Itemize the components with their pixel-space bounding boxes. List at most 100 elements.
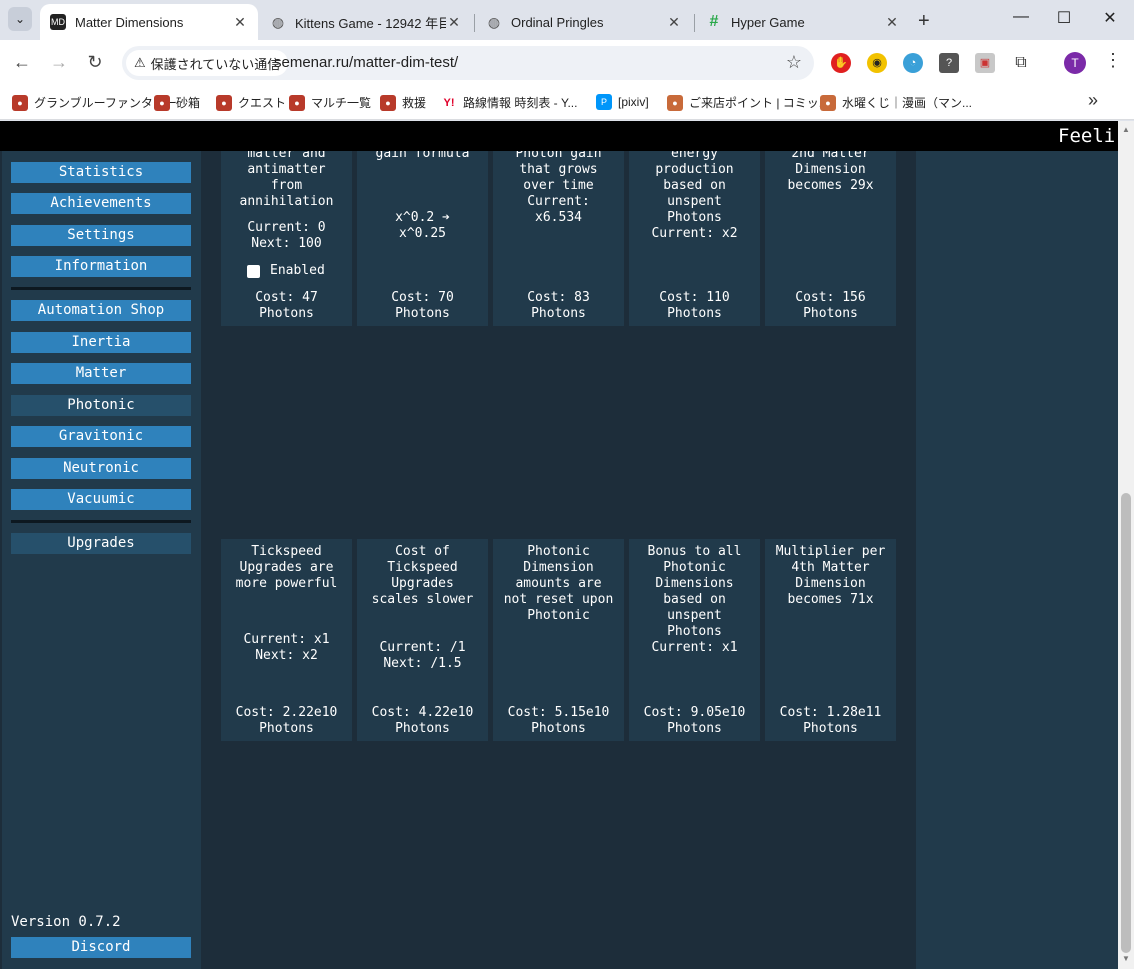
scrollbar-thumb[interactable] <box>1121 493 1131 953</box>
upgrade-card[interactable]: Tickspeed Upgrades are more powerful Curre… <box>221 539 352 741</box>
adblock-extension-icon[interactable]: ✋ <box>831 53 851 73</box>
nav-automation-shop[interactable]: Automation Shop <box>11 300 191 321</box>
bookmark-label: マルチ一覧 <box>311 96 372 110</box>
gbf-icon: ● <box>216 94 232 111</box>
upgrade-description: Tickspeed Upgrades are more powerful <box>235 544 338 591</box>
nav-gravitonic[interactable]: Gravitonic <box>11 426 191 447</box>
upgrade-cost: Cost: 70 Photons <box>391 290 454 321</box>
tab-divider <box>474 14 475 32</box>
tab-ordinal-pringles[interactable]: ◍ Ordinal Pringles ✕ <box>476 4 692 40</box>
reload-icon[interactable]: ↻ <box>83 52 107 73</box>
upgrade-card[interactable]: matter and antimatter from annihilation Cur… <box>221 151 352 326</box>
auto-toggle[interactable]: Enabled <box>247 263 325 279</box>
sidebar-divider <box>11 520 191 523</box>
bookmark-item[interactable]: ● マルチ一覧 <box>289 94 371 111</box>
extension-icon[interactable]: ◉ <box>867 53 887 73</box>
upgrade-cost: Cost: 2.22e10 Photons <box>235 705 338 736</box>
maximize-icon[interactable]: ☐ <box>1049 8 1079 28</box>
nav-achievements[interactable]: Achievements <box>11 193 191 214</box>
minimize-icon[interactable]: — <box>1006 8 1036 26</box>
toggle-label: Enabled <box>270 263 325 278</box>
upgrade-cost: Cost: 4.22e10 Photons <box>371 705 474 736</box>
close-tab-icon[interactable]: ✕ <box>666 14 682 31</box>
upgrade-card[interactable]: 2nd Matter Dimension becomes 29x Cost: 156… <box>765 151 896 326</box>
scroll-down-icon[interactable]: ▼ <box>1122 954 1130 963</box>
upgrade-cost: Cost: 9.05e10 Photons <box>643 705 746 736</box>
profile-avatar[interactable]: T <box>1064 52 1086 74</box>
site-security-chip[interactable]: ⚠ 保護されていない通信 <box>126 50 289 76</box>
md-favicon-icon: MD <box>50 14 66 30</box>
close-tab-icon[interactable]: ✕ <box>884 14 900 31</box>
bookmark-item[interactable]: ● ご来店ポイント | コミッ... <box>667 94 829 111</box>
bookmark-item[interactable]: ● 砂箱 <box>154 94 200 111</box>
nav-inertia[interactable]: Inertia <box>11 332 191 353</box>
hash-icon: # <box>709 13 719 30</box>
gbf-icon: ● <box>154 94 170 111</box>
upgrade-card[interactable]: Multiplier per 4th Matter Dimension becomes… <box>765 539 896 741</box>
upgrade-card[interactable]: Bonus to all Photonic Dimensions based on un… <box>629 539 760 741</box>
pixiv-icon: P <box>596 94 612 110</box>
page-scrollbar[interactable]: ▲ ▼ <box>1118 121 1134 969</box>
yahoo-icon: Y! <box>441 94 457 111</box>
help-extension-icon[interactable]: ? <box>939 53 959 73</box>
bookmark-label: 救援 <box>402 96 427 110</box>
upgrade-cost: Cost: 110 Photons <box>659 290 730 321</box>
extension-icon[interactable]: ◔ <box>903 53 923 73</box>
discord-button[interactable]: Discord <box>11 937 191 958</box>
sidebar-divider <box>11 287 191 290</box>
upgrade-status: Current: /1 Next: /1.5 <box>379 640 466 671</box>
close-tab-icon[interactable]: ✕ <box>446 14 462 31</box>
tab-title: Kittens Game - 12942 年目 <box>295 15 446 31</box>
nav-information[interactable]: Information <box>11 256 191 277</box>
nav-matter[interactable]: Matter <box>11 363 191 384</box>
cast-extension-icon[interactable]: ▣ <box>975 53 995 73</box>
upgrade-card[interactable]: energy production based on unspent Photons Cu… <box>629 151 760 326</box>
globe-icon: ◍ <box>271 14 285 30</box>
bookmark-item[interactable]: ● 水曜くじ｜漫画（マン... <box>820 94 972 111</box>
bookmark-item[interactable]: ● グランブルーファンタジー <box>12 94 177 111</box>
close-tab-icon[interactable]: ✕ <box>232 14 248 31</box>
bookmark-item[interactable]: Y! 路線情報 時刻表 - Y... <box>441 94 577 111</box>
more-bookmarks-icon[interactable]: » <box>1088 90 1098 111</box>
nav-settings[interactable]: Settings <box>11 225 191 246</box>
bookmark-item[interactable]: P [pixiv] <box>596 94 649 110</box>
nav-neutronic[interactable]: Neutronic <box>11 458 191 479</box>
forward-icon[interactable]: → <box>47 52 71 73</box>
bookmarks-bar: ● グランブルーファンタジー ● 砂箱 ● クエスト ● マルチ一覧 ● 救援 Y! 路線情… <box>0 86 1134 120</box>
upgrade-card[interactable]: Photon gain that grows over time Current: x6… <box>493 151 624 326</box>
bookmark-label: [pixiv] <box>618 95 649 109</box>
bookmark-star-icon[interactable]: ☆ <box>786 52 802 73</box>
back-icon[interactable]: ← <box>10 52 34 73</box>
upgrade-card[interactable]: Photonic Dimension amounts are not reset up… <box>493 539 624 741</box>
shop-icon: ● <box>667 94 683 111</box>
tab-matter-dimensions[interactable]: MD Matter Dimensions ✕ <box>40 4 258 40</box>
menu-kebab-icon[interactable]: ⋮ <box>1104 50 1122 71</box>
bookmark-label: クエスト <box>238 96 287 110</box>
bookmark-item[interactable]: ● 救援 <box>380 94 426 111</box>
url-text[interactable]: semenar.ru/matter-dim-test/ <box>274 54 458 71</box>
tab-hyper-game[interactable]: # Hyper Game ✕ <box>696 4 910 40</box>
tab-search-button[interactable]: ⌄ <box>8 7 32 31</box>
upgrade-status: Current: 0 Next: 100 <box>247 220 326 251</box>
enabled-checkbox[interactable] <box>247 264 260 278</box>
bookmark-item[interactable]: ● クエスト <box>216 94 286 111</box>
close-window-icon[interactable]: ✕ <box>1095 8 1125 28</box>
tab-kittens-game[interactable]: ◍ Kittens Game - 12942 年目 ✕ <box>260 4 472 40</box>
upgrade-cost: Cost: 47 Photons <box>255 290 318 321</box>
scroll-up-icon[interactable]: ▲ <box>1122 125 1130 134</box>
upgrade-card[interactable]: gain formula x^0.2 ➔ x^0.25 Cost: 70 Photo… <box>357 151 488 326</box>
bookmark-label: 水曜くじ｜漫画（マン... <box>842 96 973 110</box>
warning-icon: ⚠ <box>134 55 146 70</box>
version-label: Version 0.7.2 <box>11 914 121 930</box>
new-tab-button[interactable]: + <box>918 10 930 33</box>
address-bar[interactable]: ⚠ 保護されていない通信 semenar.ru/matter-dim-test/… <box>122 46 814 80</box>
nav-upgrades[interactable]: Upgrades <box>11 533 191 554</box>
puzzle-icon[interactable]: ⧉ <box>1011 53 1031 73</box>
game-page: Feeli Statistics Achievements Settings I… <box>0 121 1118 969</box>
upgrade-card[interactable]: Cost of Tickspeed Upgrades scales slower Cu… <box>357 539 488 741</box>
upgrade-description: gain formula <box>375 151 470 161</box>
tab-title: Ordinal Pringles <box>511 14 604 30</box>
nav-vacuumic[interactable]: Vacuumic <box>11 489 191 510</box>
nav-photonic[interactable]: Photonic <box>11 395 191 416</box>
nav-statistics[interactable]: Statistics <box>11 162 191 183</box>
